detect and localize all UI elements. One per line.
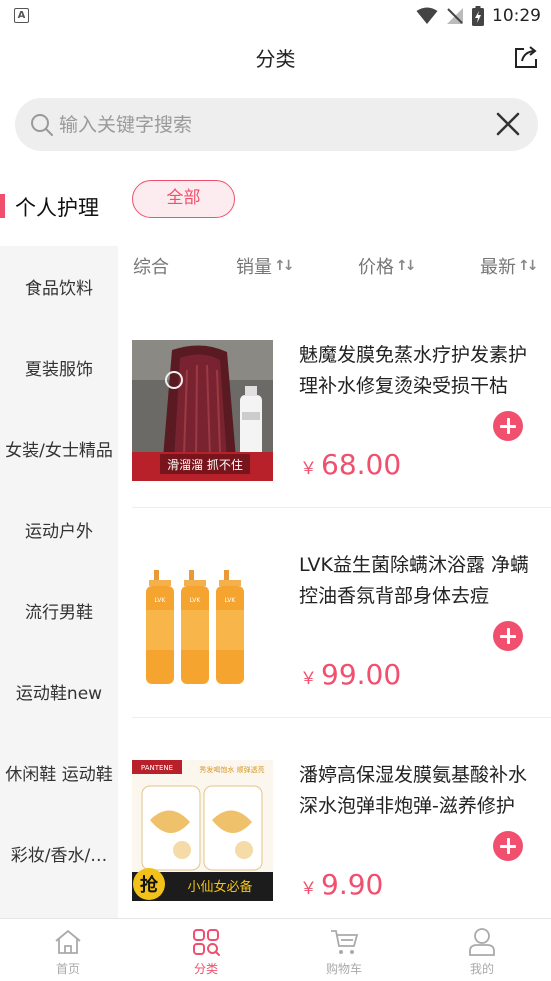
sort-label: 综合 <box>133 257 169 278</box>
tab-profile[interactable]: 我的 <box>442 925 522 979</box>
price-currency: ￥ <box>300 669 317 689</box>
sort-comprehensive[interactable]: 综合 <box>133 253 169 279</box>
tab-label: 我的 <box>469 962 494 976</box>
sidebar-item-label: 个人护理 <box>15 196 99 220</box>
status-time: 10:29 <box>492 6 541 26</box>
sidebar-item[interactable]: 彩妆/香水/… <box>0 813 118 894</box>
battery-icon <box>472 6 484 26</box>
sidebar-item[interactable]: 女装/女士精品 <box>0 408 118 489</box>
product-name: LVK益生菌除螨沐浴露 净螨控油香氛背部身体去痘 <box>299 554 529 607</box>
sidebar-item[interactable]: 流行男鞋 <box>0 570 118 651</box>
cart-icon <box>331 930 359 954</box>
sort-sales[interactable]: 销量 ↑↓ <box>236 253 295 279</box>
product-card[interactable]: PANTENE 秀发喝饱水 顺弹透亮 抢 小仙女必备 潘婷高保湿发膜氨基酸补水深… <box>132 760 551 928</box>
price-currency: ￥ <box>300 459 317 479</box>
profile-icon <box>469 928 495 956</box>
tab-home[interactable]: 首页 <box>28 925 108 979</box>
search-icon <box>31 114 53 136</box>
add-to-cart-button[interactable] <box>493 831 523 861</box>
price-value: 99.00 <box>321 658 402 691</box>
wifi-icon <box>416 7 438 24</box>
search-bar <box>15 98 538 151</box>
add-to-cart-button[interactable] <box>493 411 523 441</box>
svg-text:LVK: LVK <box>155 597 167 604</box>
sort-label: 最新 <box>480 257 516 278</box>
sidebar-item[interactable]: 运动户外 <box>0 489 118 570</box>
page-title: 分类 <box>255 47 296 71</box>
tab-label: 首页 <box>55 962 80 976</box>
sort-bar: 综合 销量 ↑↓ 价格 ↑↓ 最新 ↑↓ <box>118 246 551 286</box>
sort-arrows-icon: ↑↓ <box>274 258 295 274</box>
tab-cart[interactable]: 购物车 <box>304 925 384 979</box>
search-input[interactable] <box>59 106 479 144</box>
sort-label: 销量 <box>236 257 272 278</box>
price-value: 68.00 <box>321 448 402 481</box>
product-name: 魅魔发膜免蒸水疗护发素护理补水修复烫染受损干枯 <box>299 344 528 397</box>
product-image: LVK LVK LVK <box>132 550 273 691</box>
product-image-caption: 小仙女必备 <box>187 879 252 895</box>
sidebar-item[interactable]: 休闲鞋 运动鞋 <box>0 732 118 813</box>
tab-label: 购物车 <box>325 962 362 976</box>
sort-arrows-icon: ↑↓ <box>518 258 539 274</box>
product-card[interactable]: LVK LVK LVK LVK益生菌除螨沐浴露 净螨控油香氛背部身体去痘 ￥ 9… <box>132 550 551 718</box>
home-icon <box>55 929 81 954</box>
sort-arrows-icon: ↑↓ <box>396 258 417 274</box>
status-bar: A 10:29 <box>0 0 551 32</box>
product-image-slogan: 秀发喝饱水 顺弹透亮 <box>199 765 264 774</box>
sort-label: 价格 <box>358 257 394 278</box>
svg-text:LVK: LVK <box>225 597 237 604</box>
bottom-tab-bar: 首页 分类 购物车 我的 <box>0 918 551 981</box>
tab-label: 分类 <box>193 962 218 976</box>
share-icon[interactable] <box>511 42 541 72</box>
add-to-cart-button[interactable] <box>493 621 523 651</box>
active-indicator <box>0 194 5 218</box>
product-name: 潘婷高保湿发膜氨基酸补水深水泡弹非炮弹-滋养修护 <box>299 764 528 817</box>
sort-price[interactable]: 价格 ↑↓ <box>358 253 417 279</box>
app-notification-icon: A <box>14 8 29 23</box>
product-card[interactable]: 滑溜溜 抓不住 魅魔发膜免蒸水疗护发素护理补水修复烫染受损干枯 ￥ 68.00 <box>132 340 551 508</box>
sort-newest[interactable]: 最新 ↑↓ <box>480 253 539 279</box>
product-price: ￥ 68.00 <box>300 448 401 481</box>
clear-search-icon[interactable] <box>492 108 524 140</box>
divider <box>132 507 551 508</box>
product-image: PANTENE 秀发喝饱水 顺弹透亮 抢 小仙女必备 <box>132 760 273 901</box>
product-image-badge: 抢 <box>140 874 159 896</box>
no-signal-icon <box>447 8 463 24</box>
product-image: 滑溜溜 抓不住 <box>132 340 273 481</box>
filter-all-chip[interactable]: 全部 <box>132 180 235 218</box>
page-header: 分类 <box>0 32 551 82</box>
price-value: 9.90 <box>321 868 384 901</box>
category-sidebar: 食品饮料 夏装服饰 女装/女士精品 运动户外 流行男鞋 运动鞋new 休闲鞋 运… <box>0 246 118 918</box>
product-image-caption: LVK <box>190 597 202 604</box>
sidebar-item[interactable]: 夏装服饰 <box>0 327 118 408</box>
divider <box>132 717 551 718</box>
sidebar-item[interactable]: 食品饮料 <box>0 246 118 327</box>
product-image-brand: PANTENE <box>141 764 173 772</box>
product-image-caption: 滑溜溜 抓不住 <box>167 457 243 472</box>
product-price: ￥ 9.90 <box>300 868 383 901</box>
product-price: ￥ 99.00 <box>300 658 401 691</box>
tab-category[interactable]: 分类 <box>166 925 246 979</box>
sidebar-item[interactable]: 运动鞋new <box>0 651 118 732</box>
status-icons: 10:29 <box>416 5 541 27</box>
category-icon <box>193 929 220 956</box>
price-currency: ￥ <box>300 879 317 899</box>
sidebar-item-active[interactable]: 个人护理 <box>0 172 118 246</box>
